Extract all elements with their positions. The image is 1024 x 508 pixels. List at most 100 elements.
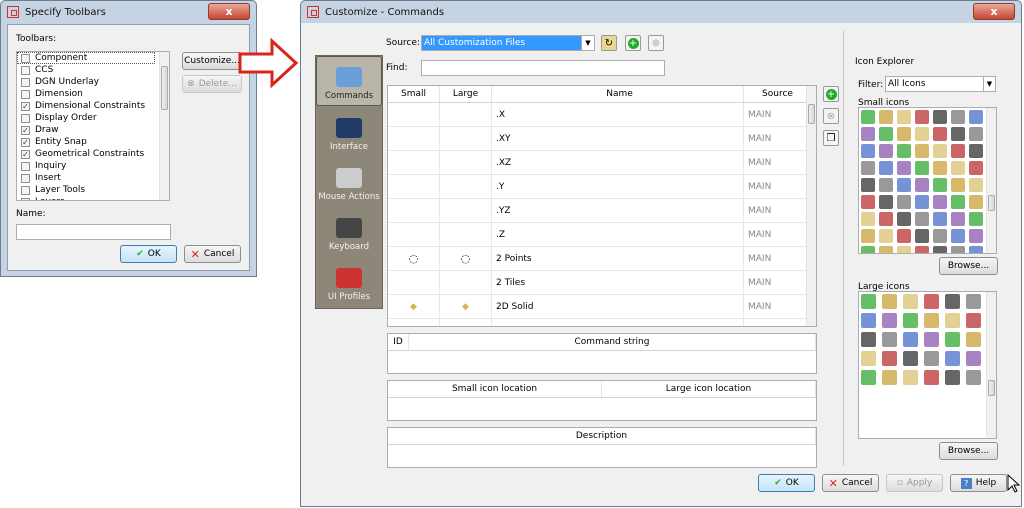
- icon-cell[interactable]: [897, 127, 911, 141]
- icon-cell[interactable]: [861, 332, 876, 347]
- chevron-down-icon[interactable]: ▼: [983, 77, 995, 91]
- icon-cell[interactable]: [861, 294, 876, 309]
- checkbox[interactable]: ✓: [21, 149, 30, 159]
- icon-cell[interactable]: [966, 313, 981, 328]
- icon-cell[interactable]: [879, 161, 893, 175]
- icon-cell[interactable]: [897, 144, 911, 158]
- icon-cell[interactable]: [951, 161, 965, 175]
- name-input[interactable]: [16, 224, 171, 240]
- icon-cell[interactable]: [861, 370, 876, 385]
- icon-location-box[interactable]: Small icon location Large icon location: [387, 380, 817, 421]
- toolbar-item[interactable]: ✓ Geometrical Constraints: [17, 148, 169, 160]
- icon-cell[interactable]: [951, 195, 965, 209]
- icon-cell[interactable]: [861, 127, 875, 141]
- icon-cell[interactable]: [966, 332, 981, 347]
- icon-cell[interactable]: [903, 313, 918, 328]
- icon-cell[interactable]: [897, 229, 911, 243]
- toolbar-item[interactable]: Inquiry: [17, 160, 169, 172]
- icon-cell[interactable]: [915, 212, 929, 226]
- help-button[interactable]: ? Help: [950, 474, 1007, 492]
- icon-cell[interactable]: [951, 246, 965, 253]
- checkbox[interactable]: [21, 77, 30, 87]
- icon-cell[interactable]: [861, 110, 875, 124]
- icon-cell[interactable]: [915, 195, 929, 209]
- icon-cell[interactable]: [915, 246, 929, 253]
- description-box[interactable]: Description: [387, 427, 817, 468]
- customize-button[interactable]: Customize...: [182, 52, 242, 70]
- icon-cell[interactable]: [861, 178, 875, 192]
- icon-cell[interactable]: [879, 246, 893, 253]
- icon-cell[interactable]: [924, 313, 939, 328]
- icon-cell[interactable]: [969, 144, 983, 158]
- icon-cell[interactable]: [861, 212, 875, 226]
- icon-cell[interactable]: [915, 161, 929, 175]
- add-command-icon[interactable]: +: [823, 86, 839, 102]
- icon-cell[interactable]: [861, 351, 876, 366]
- nav-interface[interactable]: Interface: [316, 106, 382, 156]
- icon-cell[interactable]: [969, 127, 983, 141]
- icon-cell[interactable]: [903, 370, 918, 385]
- icon-cell[interactable]: [933, 161, 947, 175]
- icon-cell[interactable]: [966, 351, 981, 366]
- icon-cell[interactable]: [945, 294, 960, 309]
- icon-cell[interactable]: [951, 127, 965, 141]
- icon-cell[interactable]: [861, 195, 875, 209]
- command-string-box[interactable]: ID Command string: [387, 333, 817, 374]
- source-select[interactable]: All Customization Files ▼: [421, 35, 595, 51]
- icon-cell[interactable]: [966, 370, 981, 385]
- icon-cell[interactable]: [933, 212, 947, 226]
- icon-cell[interactable]: [861, 144, 875, 158]
- toolbars-list[interactable]: Component CCS DGN Underlay Dimension ✓ Dimens…: [16, 51, 170, 201]
- checkbox[interactable]: [21, 173, 30, 183]
- toolbar-item[interactable]: ✓ Layers: [17, 196, 169, 200]
- checkbox[interactable]: [21, 185, 30, 195]
- icon-cell[interactable]: [969, 212, 983, 226]
- icon-cell[interactable]: [882, 294, 897, 309]
- nav-commands[interactable]: Commands: [316, 56, 382, 106]
- icon-cell[interactable]: [879, 229, 893, 243]
- icon-cell[interactable]: [945, 370, 960, 385]
- table-row[interactable]: 2 Tiles MAIN: [388, 271, 816, 295]
- icon-cell[interactable]: [879, 110, 893, 124]
- toolbar-item[interactable]: Insert: [17, 172, 169, 184]
- table-row[interactable]: .XZ MAIN: [388, 151, 816, 175]
- copy-command-icon[interactable]: ❐: [823, 130, 839, 146]
- icon-cell[interactable]: [951, 144, 965, 158]
- icon-cell[interactable]: [903, 351, 918, 366]
- toolbar-item[interactable]: Display Order: [17, 112, 169, 124]
- browse-large-button[interactable]: Browse...: [939, 442, 998, 460]
- icon-cell[interactable]: [969, 110, 983, 124]
- icon-cell[interactable]: [951, 110, 965, 124]
- icon-cell[interactable]: [933, 110, 947, 124]
- ok-button[interactable]: ✔ OK: [758, 474, 815, 492]
- icon-cell[interactable]: [966, 294, 981, 309]
- nav-ui-profiles[interactable]: UI Profiles: [316, 256, 382, 306]
- icon-cell[interactable]: [924, 294, 939, 309]
- icon-cell[interactable]: [924, 370, 939, 385]
- icon-cell[interactable]: [915, 229, 929, 243]
- icon-cell[interactable]: [882, 332, 897, 347]
- table-row[interactable]: .YZ MAIN: [388, 199, 816, 223]
- icon-cell[interactable]: [915, 127, 929, 141]
- icon-cell[interactable]: [897, 212, 911, 226]
- add-icon[interactable]: +: [625, 35, 641, 51]
- icon-cell[interactable]: [861, 246, 875, 253]
- col-large[interactable]: Large: [440, 86, 492, 102]
- icon-cell[interactable]: [882, 313, 897, 328]
- close-button[interactable]: x: [973, 3, 1015, 20]
- table-row[interactable]: .Y MAIN: [388, 175, 816, 199]
- checkbox[interactable]: [21, 53, 30, 63]
- icon-cell[interactable]: [879, 178, 893, 192]
- toolbar-item[interactable]: Dimension: [17, 88, 169, 100]
- toolbar-item[interactable]: Layer Tools: [17, 184, 169, 196]
- icon-cell[interactable]: [933, 127, 947, 141]
- table-row[interactable]: ◌◌3 PointsMAIN: [388, 319, 816, 326]
- chevron-down-icon[interactable]: ▼: [581, 36, 594, 50]
- table-row[interactable]: ◌ ◌ 2 Points MAIN: [388, 247, 816, 271]
- large-icons-grid[interactable]: [858, 291, 997, 439]
- close-button[interactable]: x: [208, 3, 250, 20]
- toolbar-item[interactable]: CCS: [17, 64, 169, 76]
- icon-cell[interactable]: [945, 313, 960, 328]
- checkbox[interactable]: ✓: [21, 101, 30, 111]
- toolbar-item[interactable]: ✓ Dimensional Constraints: [17, 100, 169, 112]
